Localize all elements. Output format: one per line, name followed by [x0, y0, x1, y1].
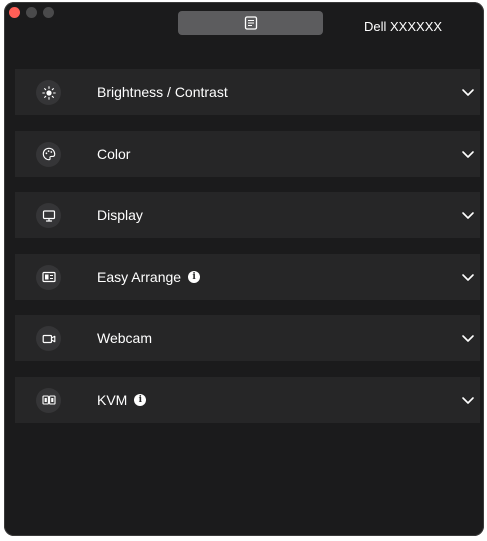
layout-icon	[36, 264, 61, 290]
brightness-icon	[36, 80, 61, 105]
kvm-icon	[36, 387, 61, 413]
close-window-button[interactable]	[9, 7, 20, 18]
section-title-easy-arrange: Easy Arrange	[97, 268, 182, 285]
window-controls	[9, 7, 54, 18]
section-title-kvm: KVM	[97, 391, 128, 408]
section-title-brightness: Brightness / Contrast	[97, 84, 228, 100]
section-easy-arrange[interactable]: Easy Arrange i	[15, 253, 480, 300]
chevron-down-icon[interactable]	[461, 208, 475, 222]
section-label: Brightness / Contrast	[97, 84, 228, 100]
monitor-name: Dell XXXXXX	[364, 19, 443, 34]
palette-icon	[36, 141, 61, 167]
settings-sections: Brightness / Contrast Color Display Easy…	[15, 69, 480, 438]
monitor-icon	[36, 203, 61, 228]
chevron-down-icon[interactable]	[461, 393, 475, 407]
section-label: Easy Arrange i	[97, 268, 201, 285]
chevron-down-icon[interactable]	[461, 270, 475, 284]
section-color[interactable]: Color	[15, 130, 480, 177]
info-icon[interactable]: i	[134, 393, 147, 406]
section-display[interactable]: Display	[15, 192, 480, 238]
section-label: Display	[97, 207, 143, 223]
section-label: Webcam	[97, 330, 152, 346]
section-title-webcam: Webcam	[97, 330, 152, 346]
app-window: Dell XXXXXX Brightness / Contrast Color …	[4, 2, 484, 536]
section-title-color: Color	[97, 145, 131, 162]
chevron-down-icon[interactable]	[461, 331, 475, 345]
info-icon[interactable]: i	[188, 270, 201, 283]
minimize-window-button[interactable]	[26, 7, 37, 18]
zoom-window-button[interactable]	[43, 7, 54, 18]
section-brightness-contrast[interactable]: Brightness / Contrast	[15, 69, 480, 115]
webcam-icon	[36, 326, 61, 351]
section-label: Color	[97, 146, 130, 162]
document-list-icon	[244, 16, 257, 30]
chevron-down-icon[interactable]	[461, 85, 475, 99]
chevron-down-icon[interactable]	[461, 147, 475, 161]
section-label: KVM i	[97, 391, 147, 408]
menu-tab-button[interactable]	[178, 11, 323, 35]
section-webcam[interactable]: Webcam	[15, 315, 480, 361]
section-title-display: Display	[97, 207, 143, 223]
section-kvm[interactable]: KVM i	[15, 376, 480, 423]
